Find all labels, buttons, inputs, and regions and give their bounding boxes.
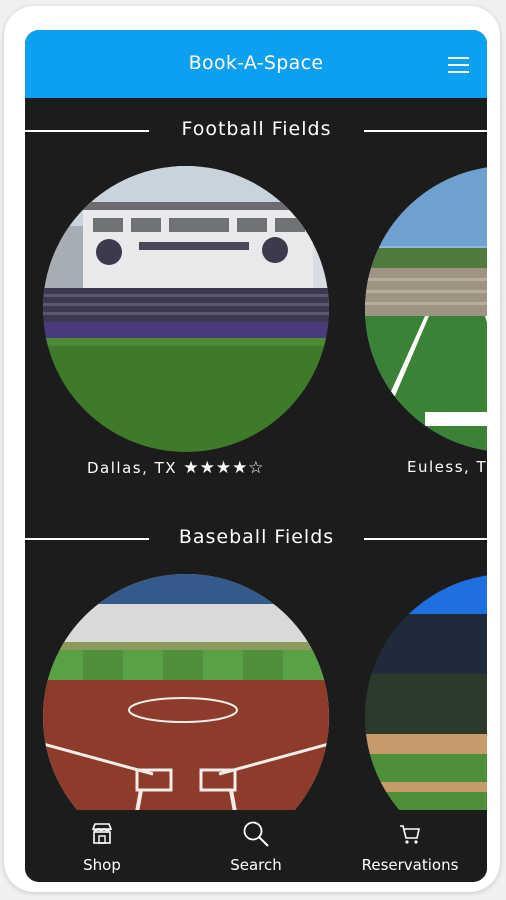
app-header: Book-A-Space bbox=[25, 30, 487, 98]
football-field-image bbox=[365, 166, 487, 452]
divider-line bbox=[25, 130, 149, 132]
card-caption-dallas: Dallas, TX ★★★★☆ bbox=[87, 458, 265, 478]
card-caption-euless: Euless, T bbox=[407, 458, 487, 476]
app-title: Book-A-Space bbox=[188, 52, 324, 74]
card-location: Euless, T bbox=[407, 458, 487, 476]
football-field-photo-dallas[interactable] bbox=[43, 166, 329, 452]
divider-line bbox=[25, 538, 149, 540]
section-heading-football: Football Fields bbox=[25, 116, 487, 146]
search-icon bbox=[243, 821, 269, 847]
cart-icon bbox=[400, 825, 420, 844]
section-title: Football Fields bbox=[181, 118, 332, 140]
app-screen: Book-A-Space Football Fields Dallas, TX … bbox=[25, 30, 487, 882]
tab-label: Search bbox=[230, 856, 282, 874]
phone-frame: Book-A-Space Football Fields Dallas, TX … bbox=[4, 6, 500, 892]
section-title: Baseball Fields bbox=[178, 526, 335, 548]
shop-icon bbox=[91, 823, 113, 844]
section-heading-baseball: Baseball Fields bbox=[25, 524, 487, 554]
football-field-photo-euless[interactable] bbox=[365, 166, 487, 452]
divider-line bbox=[364, 538, 487, 540]
football-field-image bbox=[43, 166, 329, 452]
tab-label: Shop bbox=[83, 856, 121, 874]
tab-label: Reservations bbox=[361, 856, 459, 874]
rating-stars: ★★★★☆ bbox=[183, 458, 265, 478]
hamburger-menu-icon[interactable] bbox=[445, 54, 473, 76]
tab-search[interactable]: Search bbox=[191, 820, 321, 878]
tab-reservations[interactable]: Reservations bbox=[345, 820, 475, 878]
bottom-tab-bar: Shop Search Reservations bbox=[25, 810, 487, 882]
divider-line bbox=[364, 130, 487, 132]
tab-shop[interactable]: Shop bbox=[37, 820, 167, 878]
card-location: Dallas, TX bbox=[87, 459, 178, 477]
